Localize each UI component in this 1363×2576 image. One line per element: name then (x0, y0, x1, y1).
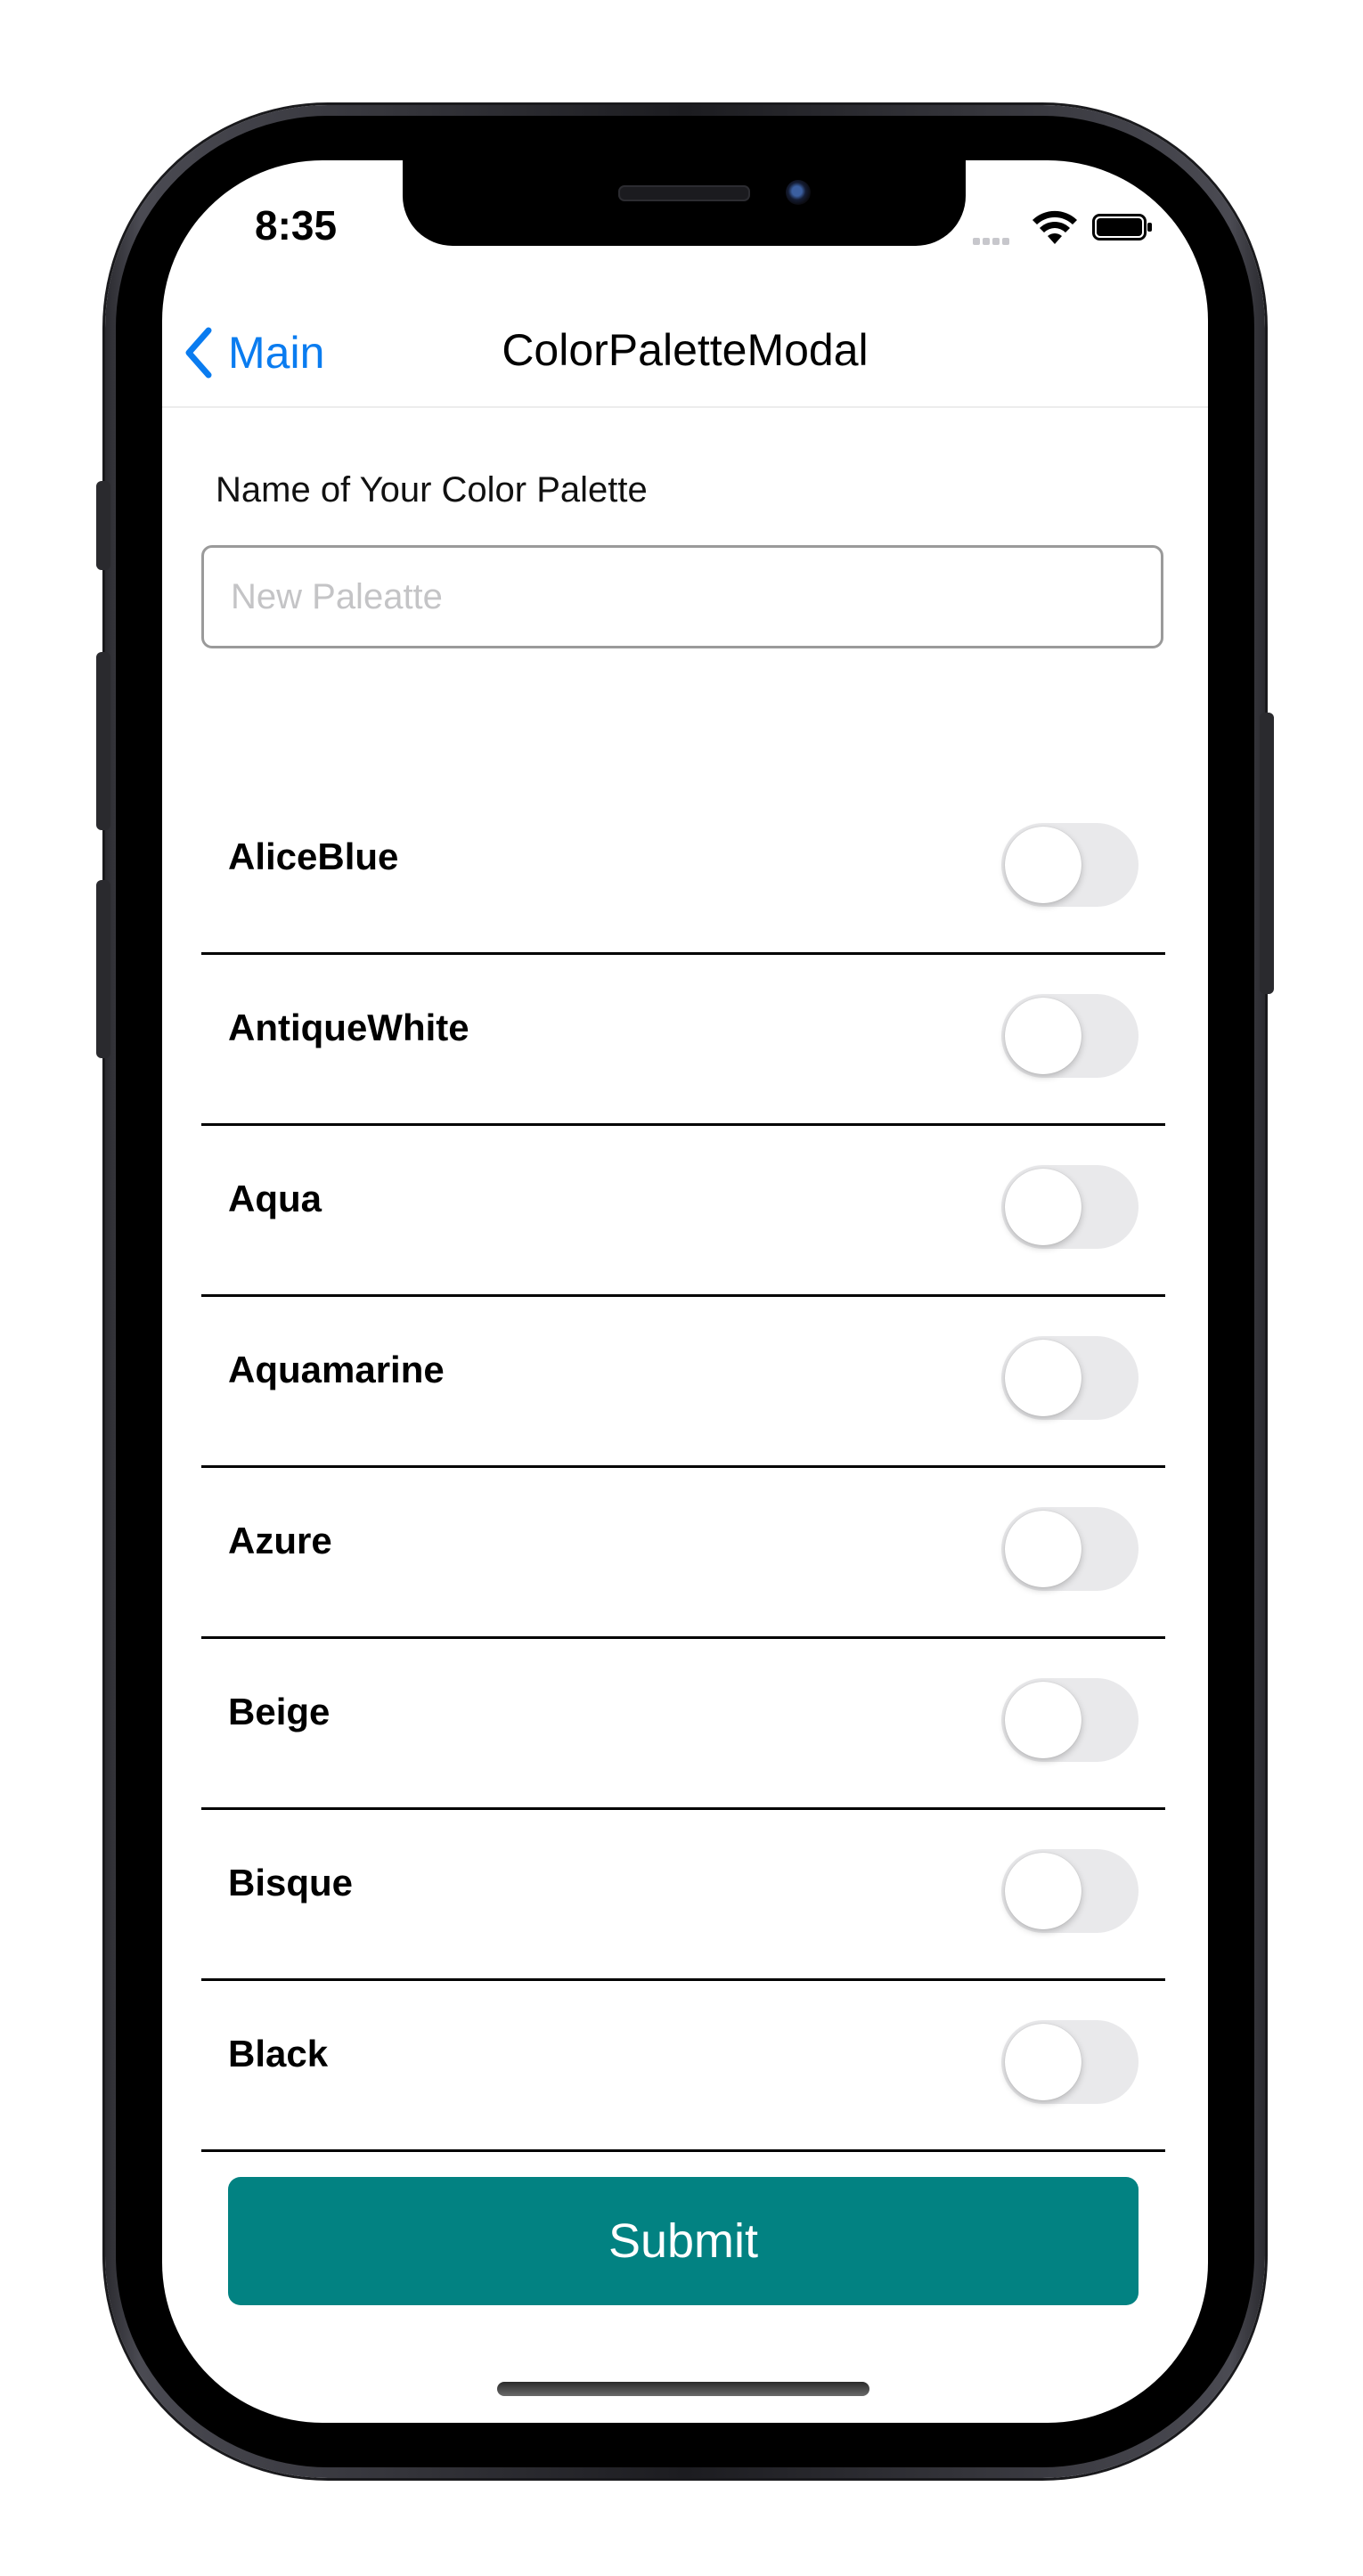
toggle-knob (1005, 827, 1081, 903)
color-name: AntiqueWhite (228, 1007, 469, 1048)
toggle-knob (1005, 1169, 1081, 1245)
notch (403, 160, 966, 246)
status-time: 8:35 (255, 202, 338, 249)
color-row-bisque: Bisque (201, 1810, 1165, 1981)
color-row-aquamarine: Aquamarine (201, 1297, 1165, 1468)
cellular-signal-icon (973, 233, 1012, 249)
speaker-grille (618, 185, 750, 201)
toggle-knob (1005, 1682, 1081, 1758)
volume-down-button (96, 880, 110, 1058)
color-name: Beige (228, 1691, 331, 1732)
front-camera (786, 180, 811, 205)
toggle-beige[interactable] (1001, 1678, 1139, 1762)
toggle-aliceblue[interactable] (1001, 823, 1139, 907)
color-row-black: Black (201, 1981, 1165, 2152)
color-row-azure: Azure (201, 1468, 1165, 1639)
toggle-bisque[interactable] (1001, 1849, 1139, 1933)
color-row-antiquewhite: AntiqueWhite (201, 955, 1165, 1126)
navigation-bar: Main ColorPaletteModal (162, 303, 1208, 408)
palette-name-input[interactable] (201, 545, 1163, 648)
toggle-azure[interactable] (1001, 1507, 1139, 1591)
toggle-knob (1005, 1340, 1081, 1416)
color-name: AliceBlue (228, 836, 399, 877)
volume-up-button (96, 652, 110, 830)
color-name: Aqua (228, 1178, 322, 1219)
color-list: AliceBlue AntiqueWhite Aqua Aquamarine A… (201, 784, 1165, 2152)
toggle-knob (1005, 1853, 1081, 1929)
color-name: Azure (228, 1520, 332, 1561)
mute-switch (96, 481, 110, 570)
color-name: Black (228, 2033, 329, 2075)
palette-name-label: Name of Your Color Palette (216, 470, 648, 509)
toggle-antiquewhite[interactable] (1001, 994, 1139, 1078)
home-indicator[interactable] (497, 2382, 869, 2396)
toggle-knob (1005, 998, 1081, 1074)
color-row-beige: Beige (201, 1639, 1165, 1810)
wifi-icon (1032, 210, 1077, 244)
page-title: ColorPaletteModal (502, 325, 869, 375)
battery-icon (1092, 214, 1152, 240)
toggle-aquamarine[interactable] (1001, 1336, 1139, 1420)
toggle-knob (1005, 2024, 1081, 2100)
toggle-knob (1005, 1511, 1081, 1587)
submit-button[interactable]: Submit (228, 2177, 1139, 2305)
toggle-aqua[interactable] (1001, 1165, 1139, 1249)
color-row-aqua: Aqua (201, 1126, 1165, 1297)
toggle-black[interactable] (1001, 2020, 1139, 2104)
color-row-aliceblue: AliceBlue (201, 784, 1165, 955)
color-name: Aquamarine (228, 1349, 445, 1390)
color-name: Bisque (228, 1862, 354, 1903)
power-button (1260, 713, 1274, 994)
